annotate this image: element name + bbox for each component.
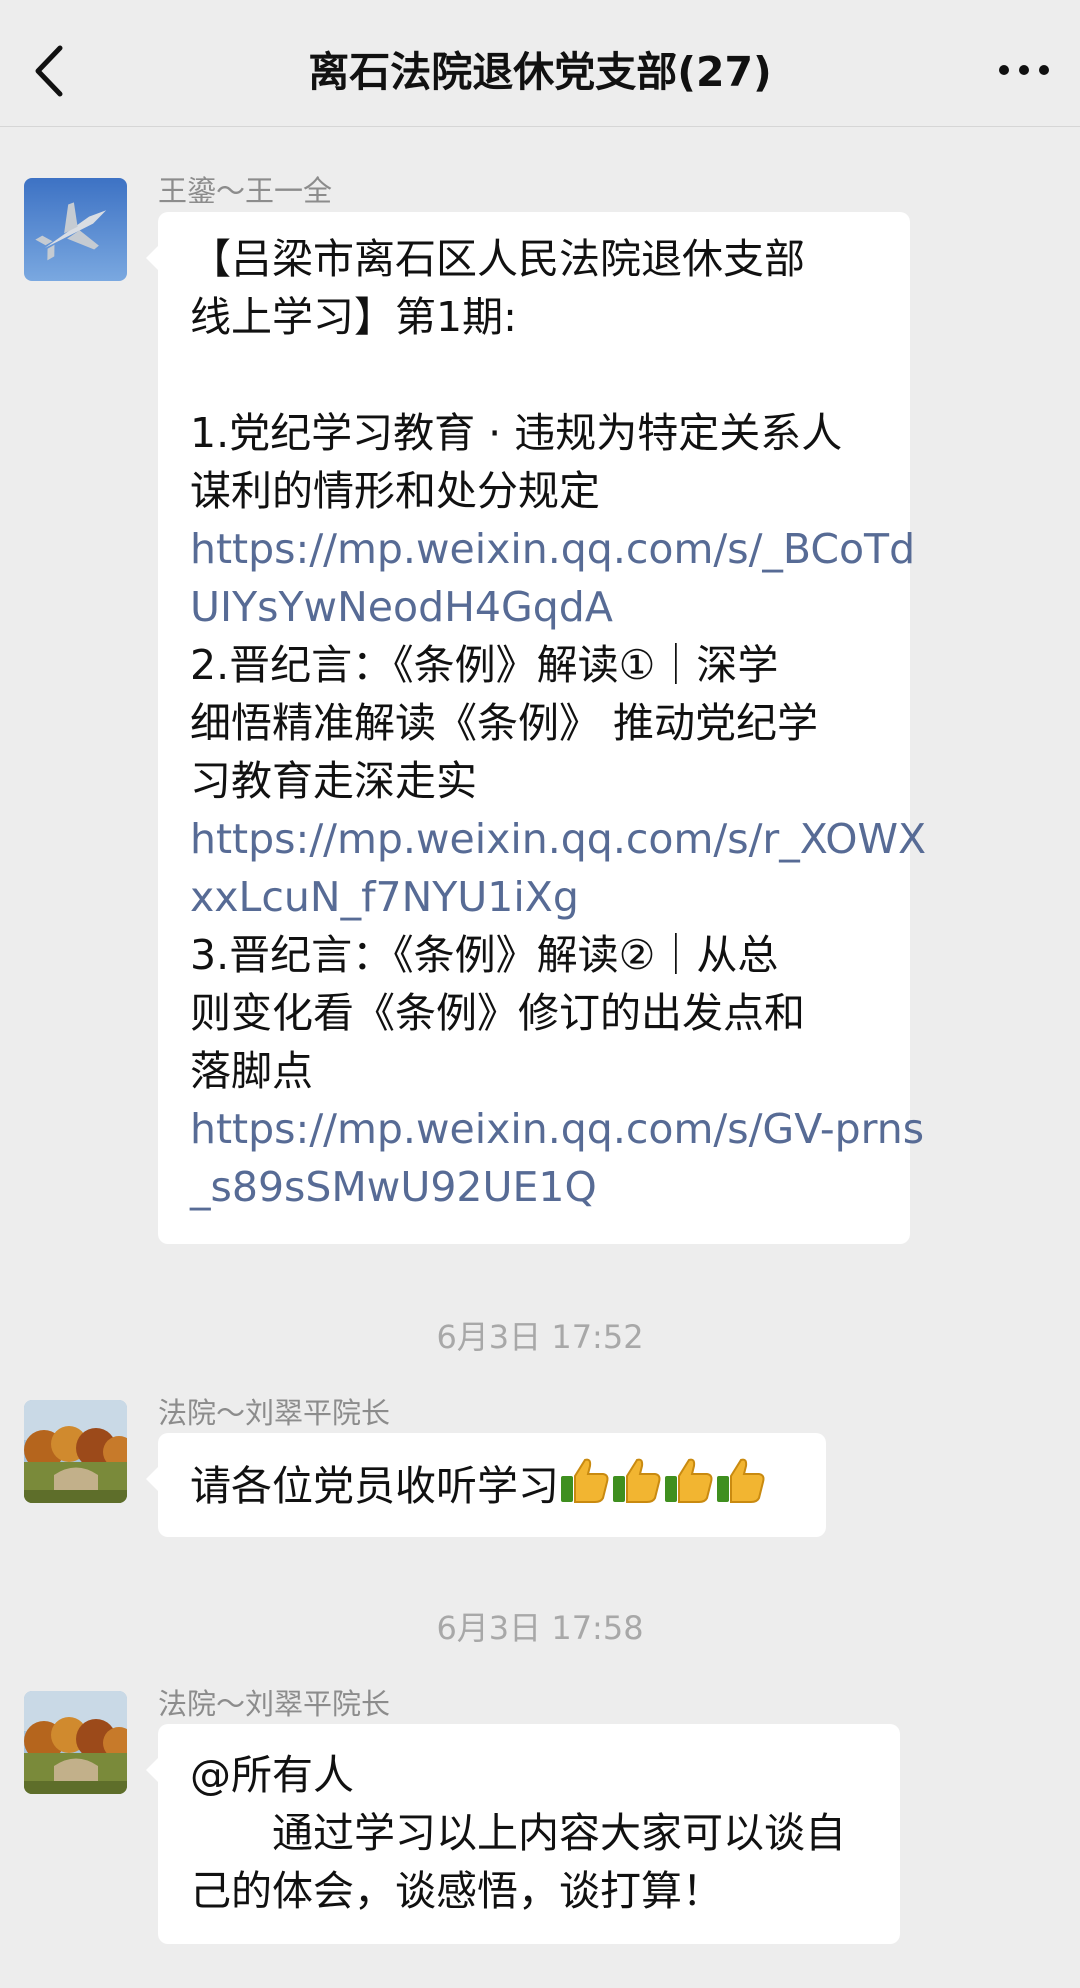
article-link-2[interactable]: https://mp.weixin.qq.com/s/r_XOWX	[190, 810, 926, 868]
thumbs-up-emoji	[611, 1456, 663, 1519]
message-line: 1.党纪学习教育 · 违规为特定关系人	[190, 409, 843, 457]
message-line: 落脚点	[190, 1047, 313, 1095]
message-line: 通过学习以上内容大家可以谈自	[190, 1809, 846, 1857]
mention-all: @所有人	[190, 1751, 354, 1799]
back-chevron-icon[interactable]	[26, 36, 76, 106]
message-line: 习教育走深走实	[190, 757, 477, 805]
thumbs-up-emoji	[559, 1456, 611, 1519]
avatar-landscape[interactable]	[24, 1400, 127, 1503]
article-link-1[interactable]: https://mp.weixin.qq.com/s/_BCoTd	[190, 520, 915, 578]
message-line: 细悟精准解读《条例》 推动党纪学	[190, 699, 819, 747]
chat-header: 离石法院退休党支部(27)	[0, 0, 1080, 127]
avatar-landscape[interactable]	[24, 1691, 127, 1794]
message-line: 则变化看《条例》修订的出发点和	[190, 989, 805, 1037]
message-line: 【吕梁市离石区人民法院退休支部	[190, 235, 805, 283]
message-bubble-study-list[interactable]: 【吕梁市离石区人民法院退休支部 线上学习】第1期: 1.党纪学习教育 · 违规为…	[146, 212, 926, 1244]
article-link-3-cont[interactable]: _s89sSMwU92UE1Q	[190, 1158, 880, 1216]
timestamp: 6月3日 17:58	[436, 1609, 644, 1647]
message-line: 己的体会，谈感悟，谈打算！	[190, 1867, 723, 1915]
thumbs-up-emoji	[663, 1456, 715, 1519]
more-dots-icon[interactable]	[994, 42, 1054, 98]
sender-name: 王鎏～王一全	[158, 174, 333, 208]
sender-name: 法院～刘翠平院长	[158, 1687, 391, 1721]
thumbs-up-emoji	[715, 1456, 767, 1519]
sender-name: 法院～刘翠平院长	[158, 1396, 391, 1430]
article-link-2-cont[interactable]: xxLcuN_f7NYU1iXg	[190, 868, 880, 926]
message-line: 谋利的情形和处分规定	[190, 467, 600, 515]
timestamp: 6月3日 17:52	[436, 1318, 644, 1356]
article-link-3[interactable]: https://mp.weixin.qq.com/s/GV-prns	[190, 1100, 924, 1158]
avatar-jet[interactable]	[24, 178, 127, 281]
message-bubble-please-study[interactable]: 请各位党员收听学习	[146, 1433, 826, 1537]
message-bubble-discussion[interactable]: @所有人 通过学习以上内容大家可以谈自 己的体会，谈感悟，谈打算！	[146, 1724, 900, 1944]
message-line: 线上学习】第1期:	[190, 293, 517, 341]
chat-title: 离石法院退休党支部(27)	[308, 48, 772, 96]
message-line: 2.晋纪言：《条例》解读①｜深学	[190, 641, 779, 689]
article-link-1-cont[interactable]: UIYsYwNeodH4GqdA	[190, 578, 880, 636]
message-text: 请各位党员收听学习	[190, 1462, 559, 1510]
message-line: 3.晋纪言：《条例》解读②｜从总	[190, 931, 779, 979]
